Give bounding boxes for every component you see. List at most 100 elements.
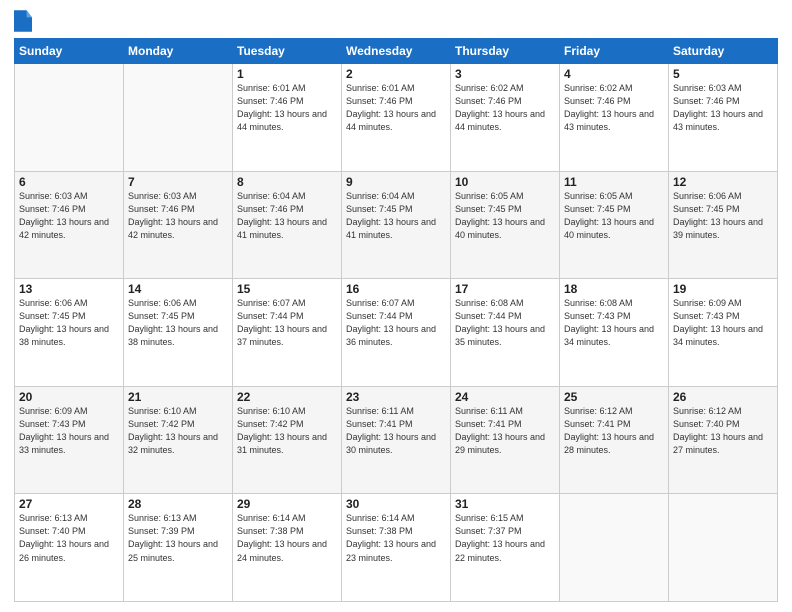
day-number: 22 (237, 390, 337, 404)
day-cell (669, 494, 778, 602)
day-info: Sunrise: 6:05 AM Sunset: 7:45 PM Dayligh… (455, 190, 555, 242)
day-number: 27 (19, 497, 119, 511)
day-number: 29 (237, 497, 337, 511)
weekday-monday: Monday (124, 39, 233, 64)
day-cell: 27Sunrise: 6:13 AM Sunset: 7:40 PM Dayli… (15, 494, 124, 602)
day-info: Sunrise: 6:03 AM Sunset: 7:46 PM Dayligh… (128, 190, 228, 242)
day-number: 6 (19, 175, 119, 189)
day-number: 12 (673, 175, 773, 189)
day-number: 15 (237, 282, 337, 296)
day-info: Sunrise: 6:02 AM Sunset: 7:46 PM Dayligh… (455, 82, 555, 134)
day-info: Sunrise: 6:15 AM Sunset: 7:37 PM Dayligh… (455, 512, 555, 564)
week-row-5: 27Sunrise: 6:13 AM Sunset: 7:40 PM Dayli… (15, 494, 778, 602)
day-info: Sunrise: 6:09 AM Sunset: 7:43 PM Dayligh… (673, 297, 773, 349)
day-number: 7 (128, 175, 228, 189)
day-info: Sunrise: 6:08 AM Sunset: 7:43 PM Dayligh… (564, 297, 664, 349)
day-number: 30 (346, 497, 446, 511)
day-number: 23 (346, 390, 446, 404)
day-cell: 12Sunrise: 6:06 AM Sunset: 7:45 PM Dayli… (669, 171, 778, 279)
day-cell (560, 494, 669, 602)
day-info: Sunrise: 6:06 AM Sunset: 7:45 PM Dayligh… (19, 297, 119, 349)
day-number: 2 (346, 67, 446, 81)
day-cell: 29Sunrise: 6:14 AM Sunset: 7:38 PM Dayli… (233, 494, 342, 602)
day-info: Sunrise: 6:12 AM Sunset: 7:40 PM Dayligh… (673, 405, 773, 457)
day-cell: 19Sunrise: 6:09 AM Sunset: 7:43 PM Dayli… (669, 279, 778, 387)
day-number: 20 (19, 390, 119, 404)
day-info: Sunrise: 6:13 AM Sunset: 7:40 PM Dayligh… (19, 512, 119, 564)
day-cell: 22Sunrise: 6:10 AM Sunset: 7:42 PM Dayli… (233, 386, 342, 494)
day-number: 17 (455, 282, 555, 296)
day-info: Sunrise: 6:01 AM Sunset: 7:46 PM Dayligh… (346, 82, 446, 134)
day-info: Sunrise: 6:01 AM Sunset: 7:46 PM Dayligh… (237, 82, 337, 134)
calendar-table: SundayMondayTuesdayWednesdayThursdayFrid… (14, 38, 778, 602)
day-number: 8 (237, 175, 337, 189)
day-info: Sunrise: 6:04 AM Sunset: 7:45 PM Dayligh… (346, 190, 446, 242)
day-number: 28 (128, 497, 228, 511)
day-number: 31 (455, 497, 555, 511)
day-cell: 9Sunrise: 6:04 AM Sunset: 7:45 PM Daylig… (342, 171, 451, 279)
day-number: 24 (455, 390, 555, 404)
day-number: 25 (564, 390, 664, 404)
day-info: Sunrise: 6:07 AM Sunset: 7:44 PM Dayligh… (346, 297, 446, 349)
day-info: Sunrise: 6:03 AM Sunset: 7:46 PM Dayligh… (673, 82, 773, 134)
day-info: Sunrise: 6:12 AM Sunset: 7:41 PM Dayligh… (564, 405, 664, 457)
weekday-tuesday: Tuesday (233, 39, 342, 64)
day-info: Sunrise: 6:10 AM Sunset: 7:42 PM Dayligh… (128, 405, 228, 457)
day-cell: 3Sunrise: 6:02 AM Sunset: 7:46 PM Daylig… (451, 64, 560, 172)
day-number: 1 (237, 67, 337, 81)
day-cell: 30Sunrise: 6:14 AM Sunset: 7:38 PM Dayli… (342, 494, 451, 602)
day-cell: 7Sunrise: 6:03 AM Sunset: 7:46 PM Daylig… (124, 171, 233, 279)
day-cell: 4Sunrise: 6:02 AM Sunset: 7:46 PM Daylig… (560, 64, 669, 172)
weekday-header-row: SundayMondayTuesdayWednesdayThursdayFrid… (15, 39, 778, 64)
day-cell: 26Sunrise: 6:12 AM Sunset: 7:40 PM Dayli… (669, 386, 778, 494)
day-info: Sunrise: 6:10 AM Sunset: 7:42 PM Dayligh… (237, 405, 337, 457)
day-cell: 10Sunrise: 6:05 AM Sunset: 7:45 PM Dayli… (451, 171, 560, 279)
day-cell: 2Sunrise: 6:01 AM Sunset: 7:46 PM Daylig… (342, 64, 451, 172)
day-cell: 13Sunrise: 6:06 AM Sunset: 7:45 PM Dayli… (15, 279, 124, 387)
day-cell: 18Sunrise: 6:08 AM Sunset: 7:43 PM Dayli… (560, 279, 669, 387)
day-number: 10 (455, 175, 555, 189)
day-cell: 11Sunrise: 6:05 AM Sunset: 7:45 PM Dayli… (560, 171, 669, 279)
day-info: Sunrise: 6:13 AM Sunset: 7:39 PM Dayligh… (128, 512, 228, 564)
day-number: 4 (564, 67, 664, 81)
day-number: 14 (128, 282, 228, 296)
day-cell: 14Sunrise: 6:06 AM Sunset: 7:45 PM Dayli… (124, 279, 233, 387)
day-info: Sunrise: 6:03 AM Sunset: 7:46 PM Dayligh… (19, 190, 119, 242)
day-cell: 15Sunrise: 6:07 AM Sunset: 7:44 PM Dayli… (233, 279, 342, 387)
day-number: 9 (346, 175, 446, 189)
day-cell: 20Sunrise: 6:09 AM Sunset: 7:43 PM Dayli… (15, 386, 124, 494)
day-cell: 28Sunrise: 6:13 AM Sunset: 7:39 PM Dayli… (124, 494, 233, 602)
weekday-sunday: Sunday (15, 39, 124, 64)
day-number: 13 (19, 282, 119, 296)
day-info: Sunrise: 6:06 AM Sunset: 7:45 PM Dayligh… (673, 190, 773, 242)
week-row-3: 13Sunrise: 6:06 AM Sunset: 7:45 PM Dayli… (15, 279, 778, 387)
day-info: Sunrise: 6:07 AM Sunset: 7:44 PM Dayligh… (237, 297, 337, 349)
week-row-4: 20Sunrise: 6:09 AM Sunset: 7:43 PM Dayli… (15, 386, 778, 494)
weekday-friday: Friday (560, 39, 669, 64)
day-cell: 16Sunrise: 6:07 AM Sunset: 7:44 PM Dayli… (342, 279, 451, 387)
logo (14, 10, 36, 32)
day-info: Sunrise: 6:11 AM Sunset: 7:41 PM Dayligh… (455, 405, 555, 457)
day-cell: 21Sunrise: 6:10 AM Sunset: 7:42 PM Dayli… (124, 386, 233, 494)
day-cell: 25Sunrise: 6:12 AM Sunset: 7:41 PM Dayli… (560, 386, 669, 494)
day-number: 5 (673, 67, 773, 81)
day-cell: 6Sunrise: 6:03 AM Sunset: 7:46 PM Daylig… (15, 171, 124, 279)
day-cell: 24Sunrise: 6:11 AM Sunset: 7:41 PM Dayli… (451, 386, 560, 494)
header (14, 10, 778, 32)
day-info: Sunrise: 6:11 AM Sunset: 7:41 PM Dayligh… (346, 405, 446, 457)
day-cell: 8Sunrise: 6:04 AM Sunset: 7:46 PM Daylig… (233, 171, 342, 279)
day-info: Sunrise: 6:14 AM Sunset: 7:38 PM Dayligh… (237, 512, 337, 564)
day-number: 21 (128, 390, 228, 404)
day-info: Sunrise: 6:04 AM Sunset: 7:46 PM Dayligh… (237, 190, 337, 242)
day-info: Sunrise: 6:02 AM Sunset: 7:46 PM Dayligh… (564, 82, 664, 134)
day-number: 16 (346, 282, 446, 296)
day-number: 19 (673, 282, 773, 296)
day-cell: 1Sunrise: 6:01 AM Sunset: 7:46 PM Daylig… (233, 64, 342, 172)
day-info: Sunrise: 6:06 AM Sunset: 7:45 PM Dayligh… (128, 297, 228, 349)
day-cell: 23Sunrise: 6:11 AM Sunset: 7:41 PM Dayli… (342, 386, 451, 494)
day-number: 18 (564, 282, 664, 296)
weekday-thursday: Thursday (451, 39, 560, 64)
day-info: Sunrise: 6:08 AM Sunset: 7:44 PM Dayligh… (455, 297, 555, 349)
logo-icon (14, 10, 32, 32)
weekday-wednesday: Wednesday (342, 39, 451, 64)
